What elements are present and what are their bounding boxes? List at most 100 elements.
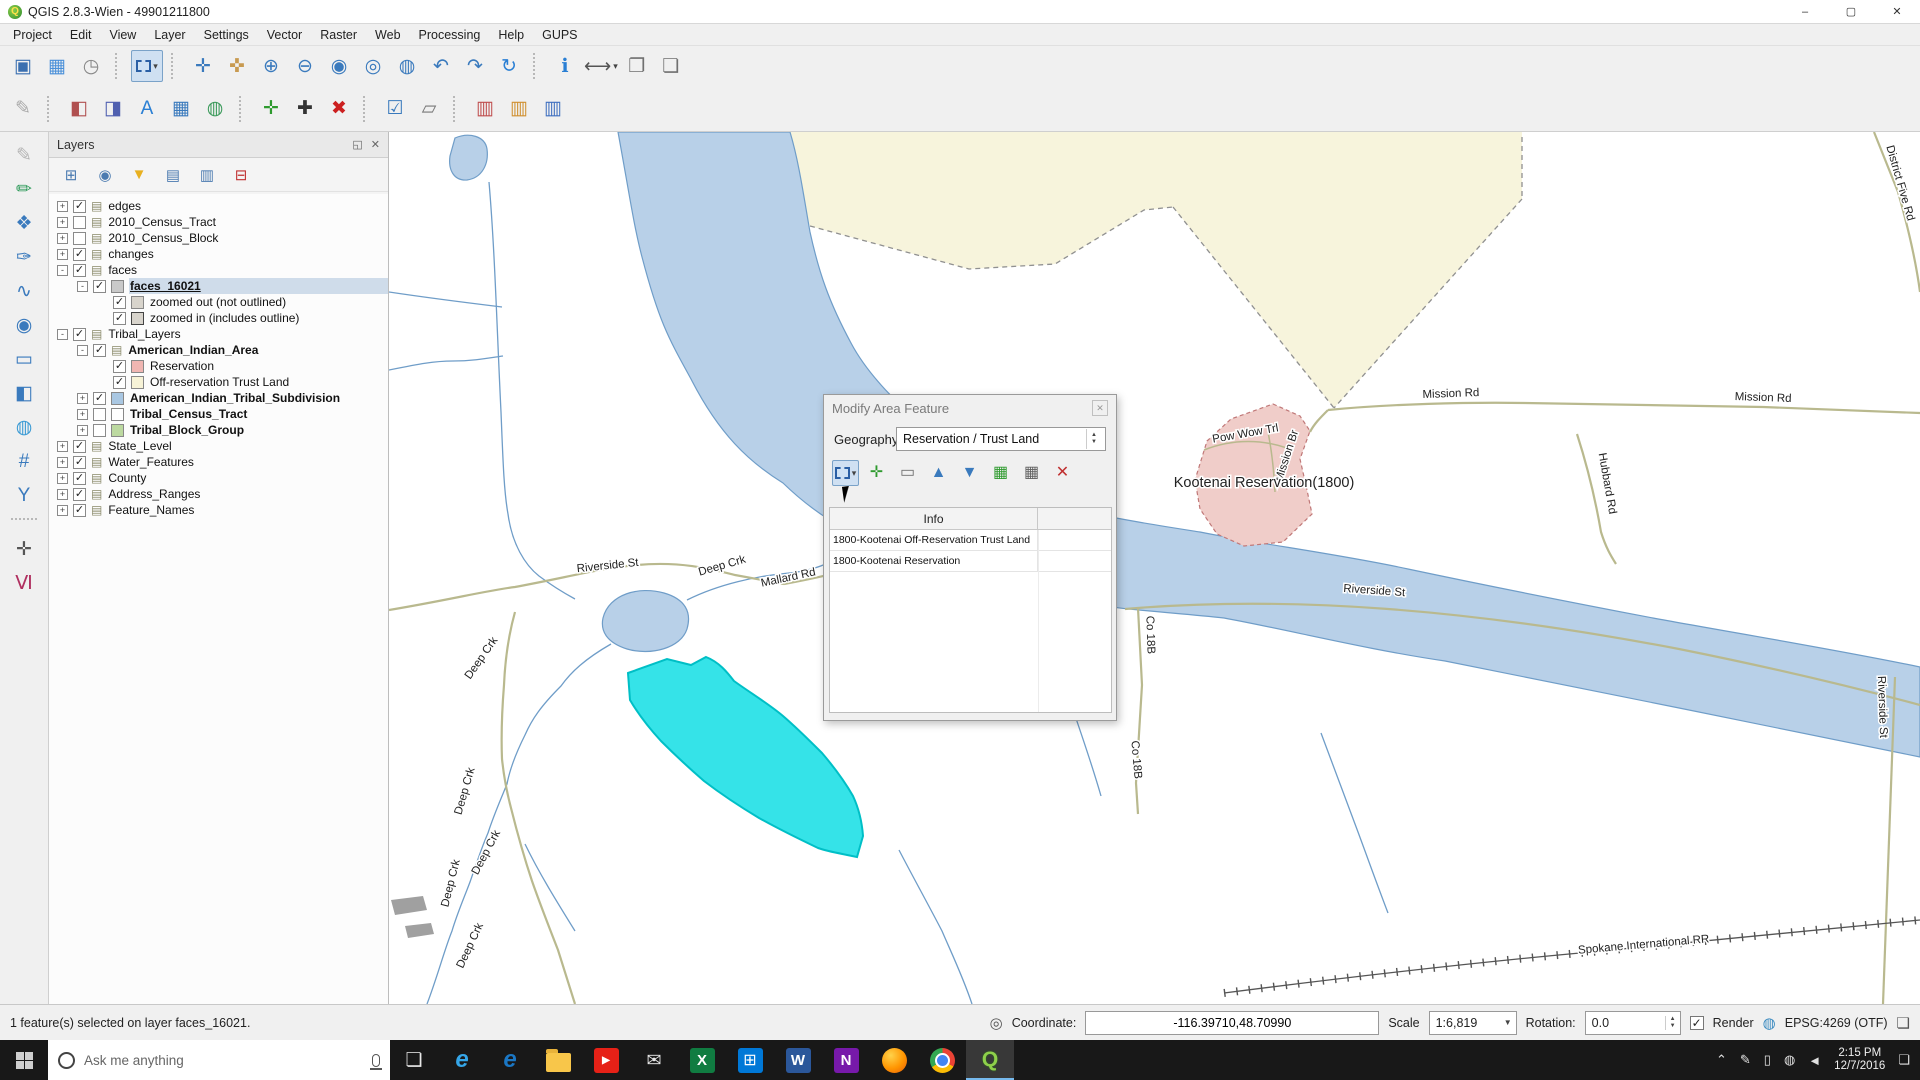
- move-feature-icon[interactable]: ❖: [7, 208, 41, 238]
- coordinate-input[interactable]: [1085, 1010, 1380, 1035]
- identify-features-icon[interactable]: ℹ: [549, 50, 581, 82]
- menu-web[interactable]: Web: [366, 26, 409, 44]
- layer-item-tribal-block-group[interactable]: + Tribal_Block_Group: [49, 422, 388, 438]
- scale-combobox[interactable]: 1:6,819 ▼: [1428, 1010, 1517, 1035]
- layer-item-tribal-census-tract[interactable]: + Tribal_Census_Tract: [49, 406, 388, 422]
- layer-checkbox[interactable]: [93, 407, 106, 421]
- expander-icon[interactable]: +: [57, 440, 68, 452]
- composer-manager-icon[interactable]: ◷: [75, 50, 107, 82]
- volume-icon[interactable]: ◄: [1808, 1053, 1821, 1068]
- zoom-native-icon[interactable]: ◉: [323, 50, 355, 82]
- expander-icon[interactable]: +: [57, 456, 68, 468]
- rectangle-tool-icon[interactable]: ▭: [7, 344, 41, 374]
- info-table-row[interactable]: 1800-Kootenai Reservation: [830, 551, 1111, 572]
- paste-icon[interactable]: ❏: [655, 50, 687, 82]
- layer-item-changes[interactable]: + ✓ ▤ changes: [49, 246, 388, 262]
- start-button[interactable]: [0, 1040, 48, 1080]
- dialog-attribute-icon[interactable]: ▭: [894, 460, 921, 486]
- dialog-down-icon[interactable]: ▼: [956, 460, 983, 486]
- menu-help[interactable]: Help: [489, 26, 533, 44]
- check-geometry-icon[interactable]: ☑: [379, 93, 411, 125]
- layer-checkbox[interactable]: ✓: [113, 375, 126, 389]
- map-canvas[interactable]: Riverside St Mallard Rd Deep Crk Riverside …: [389, 132, 1920, 1004]
- store-icon[interactable]: ⊞: [726, 1040, 774, 1080]
- spinbox-arrows-icon[interactable]: ▲ ▼: [1664, 1015, 1680, 1030]
- add-ring-icon[interactable]: ✚: [289, 93, 321, 125]
- expander-icon[interactable]: -: [77, 344, 88, 356]
- float-panel-icon[interactable]: ◱: [352, 138, 362, 151]
- layer-item-address-ranges[interactable]: + ✓ ▤ Address_Ranges: [49, 486, 388, 502]
- expander-icon[interactable]: +: [77, 392, 88, 404]
- zoom-out-icon[interactable]: ⊖: [289, 50, 321, 82]
- layer-checkbox[interactable]: ✓: [73, 487, 86, 501]
- info-table-row[interactable]: 1800-Kootenai Off-Reservation Trust Land: [830, 530, 1111, 551]
- open-table-icon[interactable]: ▦: [165, 93, 197, 125]
- maximize-button[interactable]: ▢: [1828, 0, 1874, 23]
- digitize-icon[interactable]: ✏: [7, 174, 41, 204]
- network-icon[interactable]: ◍: [1784, 1052, 1795, 1068]
- layer-item-zoomed-in-includes-outline-[interactable]: ✓ zoomed in (includes outline): [49, 310, 388, 326]
- menu-processing[interactable]: Processing: [410, 26, 490, 44]
- world-icon[interactable]: ◍: [7, 412, 41, 442]
- split-feature-icon[interactable]: ◉: [7, 310, 41, 340]
- layer-checkbox[interactable]: ✓: [73, 503, 86, 517]
- info-table[interactable]: Info 1800-Kootenai Off-Reservation Trust…: [829, 507, 1112, 713]
- menu-view[interactable]: View: [100, 26, 145, 44]
- expander-icon[interactable]: +: [57, 472, 68, 484]
- remove-layer-icon[interactable]: ⊟: [229, 163, 253, 187]
- layer-checkbox[interactable]: ✓: [73, 247, 86, 261]
- onenote-icon[interactable]: N: [822, 1040, 870, 1080]
- layer-checkbox[interactable]: [73, 231, 86, 245]
- crs-globe-icon[interactable]: ◍: [1763, 1014, 1776, 1032]
- copy-icon[interactable]: ❐: [621, 50, 653, 82]
- filter-legend-icon[interactable]: ▼: [127, 163, 151, 187]
- rotation-spinbox[interactable]: 0.0 ▲ ▼: [1584, 1010, 1681, 1035]
- menu-layer[interactable]: Layer: [145, 26, 194, 44]
- layer-checkbox[interactable]: ✓: [73, 471, 86, 485]
- microphone-icon[interactable]: [370, 1053, 382, 1070]
- zoom-next-icon[interactable]: ↷: [459, 50, 491, 82]
- dialog-select-tool[interactable]: ▾: [832, 460, 859, 486]
- mouse-position-icon[interactable]: ◎: [990, 1014, 1003, 1032]
- menu-edit[interactable]: Edit: [61, 26, 101, 44]
- log-messages-icon[interactable]: ❏: [1897, 1014, 1910, 1032]
- subdivision-table-icon[interactable]: ▥: [537, 93, 569, 125]
- crosshair-icon[interactable]: ✛: [7, 534, 41, 564]
- expander-icon[interactable]: +: [57, 232, 68, 244]
- select-features-tool[interactable]: ▾: [131, 50, 163, 82]
- delete-feature-icon[interactable]: ✖: [323, 93, 355, 125]
- expander-icon[interactable]: +: [77, 408, 88, 420]
- zoom-to-layer-icon[interactable]: ◍: [391, 50, 423, 82]
- dialog-title-bar[interactable]: Modify Area Feature ✕: [824, 395, 1116, 421]
- firefox-icon[interactable]: [870, 1040, 918, 1080]
- layer-visibility-icon[interactable]: ◉: [93, 163, 117, 187]
- layer-checkbox[interactable]: ✓: [113, 295, 126, 309]
- internet-explorer-icon[interactable]: e: [438, 1040, 486, 1080]
- minimize-button[interactable]: –: [1782, 0, 1828, 23]
- expand-all-icon[interactable]: ▤: [161, 163, 185, 187]
- expander-icon[interactable]: -: [77, 280, 88, 292]
- menu-gups[interactable]: GUPS: [533, 26, 586, 44]
- hidden-icons-chevron[interactable]: ⌃: [1716, 1052, 1727, 1068]
- refresh-map-icon[interactable]: ↻: [493, 50, 525, 82]
- layer-item-2010-census-tract[interactable]: + ▤ 2010_Census_Tract: [49, 214, 388, 230]
- layer-info-icon[interactable]: ◍: [199, 93, 231, 125]
- toggle-editing-icon[interactable]: ✎: [7, 93, 39, 125]
- touch-zoom-pan-icon[interactable]: ✛: [187, 50, 219, 82]
- layer-item-american-indian-area[interactable]: - ✓ ▤ American_Indian_Area: [49, 342, 388, 358]
- edge-icon[interactable]: e: [486, 1040, 534, 1080]
- action-center-icon[interactable]: ❏: [1898, 1052, 1910, 1068]
- collapse-all-icon[interactable]: ▥: [195, 163, 219, 187]
- crs-label[interactable]: EPSG:4269 (OTF): [1785, 1016, 1888, 1030]
- layer-item-edges[interactable]: + ✓ ▤ edges: [49, 198, 388, 214]
- layer-checkbox[interactable]: ✓: [93, 279, 106, 293]
- pan-map-icon[interactable]: ✜: [221, 50, 253, 82]
- grid-tool-icon[interactable]: #: [7, 446, 41, 476]
- layer-item-2010-census-block[interactable]: + ▤ 2010_Census_Block: [49, 230, 388, 246]
- layer-checkbox[interactable]: ✓: [73, 439, 86, 453]
- menu-project[interactable]: Project: [4, 26, 61, 44]
- dialog-table-green-icon[interactable]: ▦: [987, 460, 1014, 486]
- census-tract-style-icon[interactable]: ◧: [63, 93, 95, 125]
- expander-icon[interactable]: -: [57, 264, 68, 276]
- reshape-icon[interactable]: ∿: [7, 276, 41, 306]
